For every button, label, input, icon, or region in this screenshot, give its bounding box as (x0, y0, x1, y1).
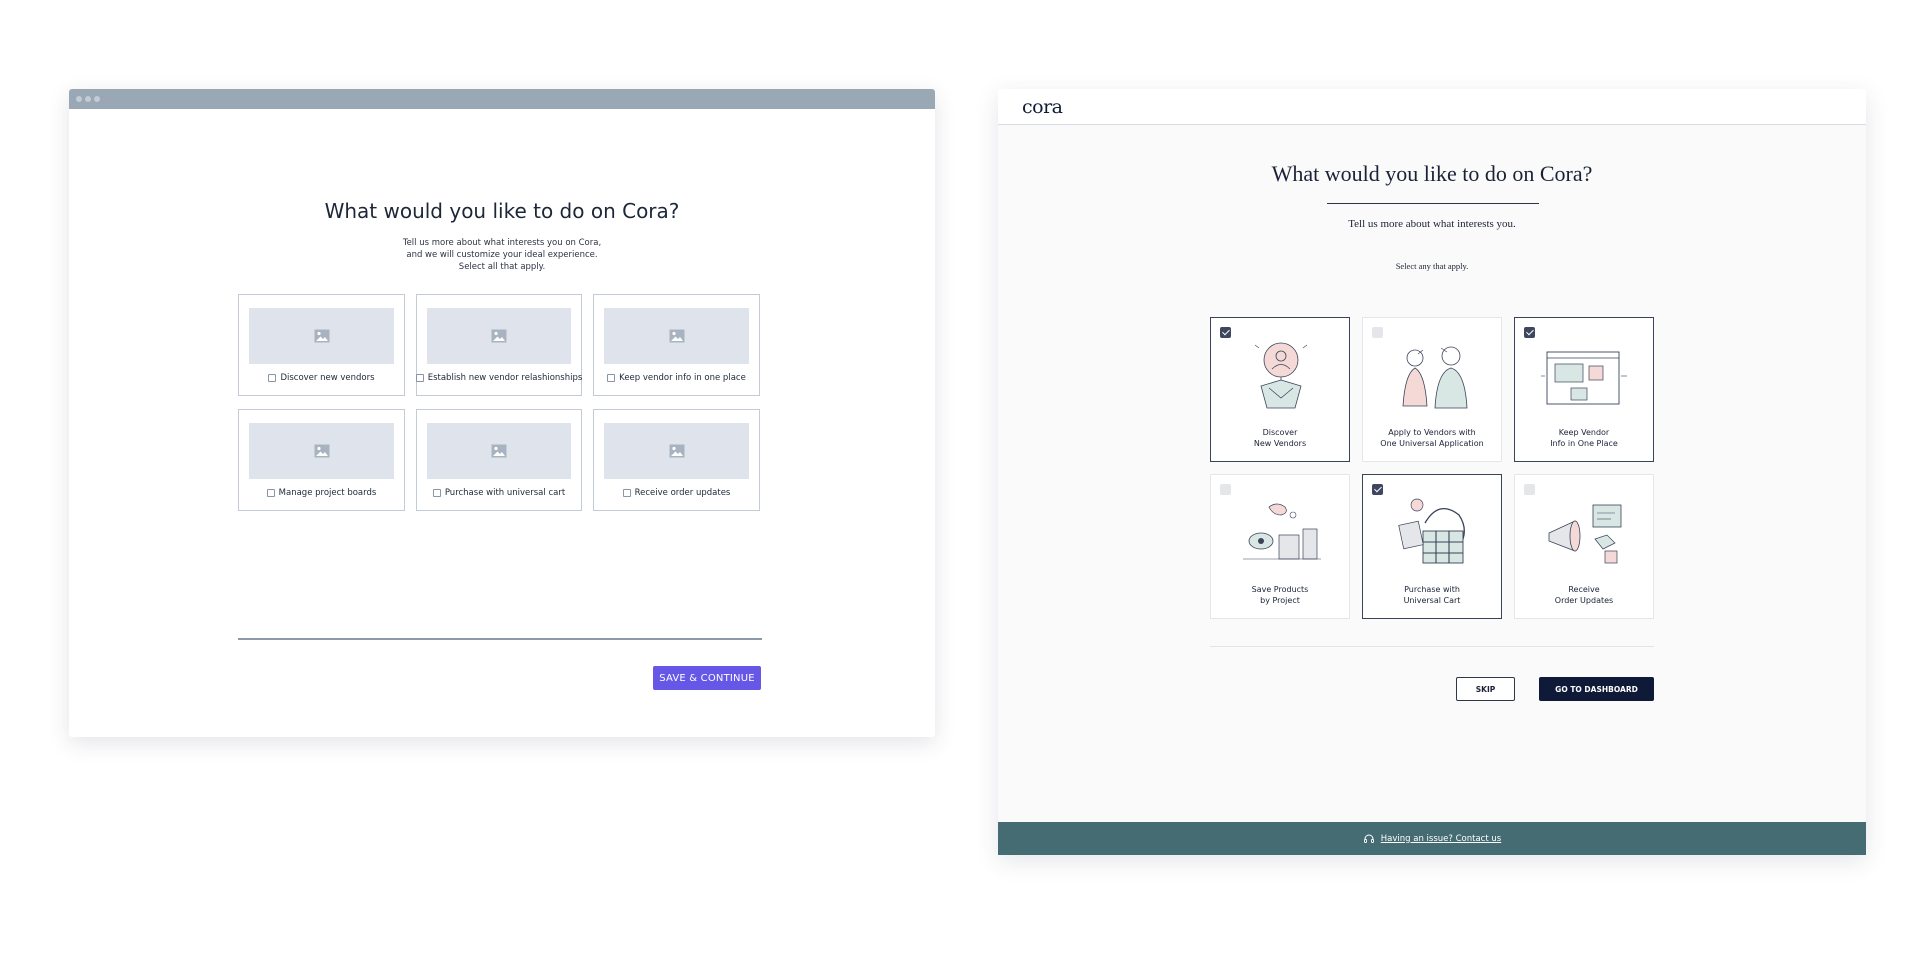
title-divider (1327, 203, 1539, 204)
vendor-discovery-illustration (1254, 342, 1308, 409)
option-label: New Vendors (1253, 439, 1307, 448)
checkbox[interactable] (266, 489, 275, 497)
option-card-universal-cart[interactable]: Purchase with Universal Cart (1362, 474, 1502, 619)
app-header: cora (998, 89, 1866, 125)
image-placeholder (604, 308, 749, 364)
checkbox-checked[interactable] (1524, 327, 1535, 338)
stage: What would you like to do on Cora? Tell … (0, 0, 1920, 958)
option-label: Receive order updates (634, 488, 731, 498)
image-placeholder (249, 308, 394, 364)
help-footer: Having an issue? Contact us (998, 822, 1866, 855)
checkbox-unchecked[interactable] (1372, 327, 1383, 338)
wireframe-window: What would you like to do on Cora? Tell … (69, 89, 935, 737)
image-placeholder (249, 423, 394, 479)
option-label: Establish new vendor relashionships (427, 373, 583, 383)
option-label: Receive (1568, 585, 1600, 594)
divider (238, 638, 762, 640)
image-placeholder-icon (491, 329, 507, 343)
megaphone-illustration (1548, 504, 1622, 564)
go-to-dashboard-button[interactable]: GO TO DASHBOARD (1539, 677, 1654, 701)
option-label: Purchase with (1404, 585, 1460, 594)
option-label: Manage project boards (278, 488, 377, 498)
image-placeholder-icon (314, 329, 329, 343)
checkbox[interactable] (622, 489, 631, 497)
option-label: Discover (1262, 428, 1298, 437)
image-placeholder (427, 308, 571, 364)
option-card-keep-vendor-info[interactable]: Keep Vendor Info in One Place (1514, 317, 1654, 462)
save-continue-button[interactable]: SAVE & CONTINUE (653, 666, 761, 690)
option-label: Discover new vendors (280, 373, 375, 383)
cora-logo[interactable]: cora (1022, 96, 1063, 118)
image-placeholder (604, 423, 749, 479)
option-card-order-updates[interactable]: Receive Order Updates (1514, 474, 1654, 619)
subtitle-line: Tell us more about what interests you on… (402, 238, 602, 248)
checkbox[interactable] (415, 374, 424, 382)
image-placeholder-icon (669, 444, 684, 458)
headset-icon (1363, 834, 1374, 843)
divider (1210, 646, 1654, 647)
option-label: Keep vendor info in one place (619, 373, 746, 383)
option-label: Info in One Place (1550, 439, 1618, 448)
option-label: by Project (1260, 596, 1300, 605)
option-label: Apply to Vendors with (1388, 428, 1476, 437)
checkbox[interactable] (432, 489, 441, 497)
option-card-order-updates[interactable]: Receive order updates (593, 409, 760, 511)
option-label: Save Products (1251, 585, 1309, 594)
page-title: What would you like to do on Cora? (324, 199, 680, 223)
checkbox[interactable] (607, 374, 616, 382)
option-card-establish[interactable]: Establish new vendor relashionships (415, 294, 583, 396)
option-card-discover-vendors[interactable]: Discover New Vendors (1210, 317, 1350, 462)
checkbox-unchecked[interactable] (1524, 484, 1535, 495)
checkbox-unchecked[interactable] (1220, 484, 1231, 495)
page-subtitle: Tell us more about what interests you on… (69, 237, 935, 273)
option-label: One Universal Application (1380, 439, 1484, 448)
subtitle-line: and we will customize your ideal experie… (406, 250, 598, 260)
page-title: What would you like to do on Cora? (1271, 161, 1593, 186)
option-card-universal-cart[interactable]: Purchase with universal cart (416, 409, 582, 511)
image-placeholder-icon (669, 329, 684, 343)
option-card-keep-info[interactable]: Keep vendor info in one place (593, 294, 760, 396)
window-dot-icon (94, 96, 100, 102)
option-label: Keep Vendor (1558, 428, 1610, 437)
option-label: Order Updates (1554, 596, 1614, 605)
shopping-cart-illustration (1398, 498, 1465, 564)
option-card-project-boards[interactable]: Manage project boards (238, 409, 405, 511)
checkbox-checked[interactable] (1372, 484, 1383, 495)
window-dot-icon (76, 96, 82, 102)
option-card-save-products[interactable]: Save Products by Project (1210, 474, 1350, 619)
image-placeholder (427, 423, 571, 479)
option-card-discover[interactable]: Discover new vendors (238, 294, 405, 396)
select-instruction: Select any that apply. (1395, 261, 1469, 271)
contact-us-link[interactable]: Having an issue? Contact us (1381, 834, 1501, 844)
two-people-illustration (1402, 346, 1468, 409)
image-placeholder-icon (491, 444, 507, 458)
checkbox[interactable] (268, 374, 277, 382)
window-dot-icon (85, 96, 91, 102)
options-grid: Discover New Vendors Apply to Vendors wit… (1210, 317, 1654, 619)
option-label: Purchase with universal cart (444, 488, 566, 498)
window-titlebar (69, 89, 935, 109)
browser-window-illustration (1541, 351, 1627, 405)
products-board-illustration (1243, 503, 1321, 560)
page-subtitle: Tell us more about what interests you. (1348, 218, 1516, 230)
option-label: Universal Cart (1403, 596, 1461, 605)
option-card-universal-application[interactable]: Apply to Vendors with One Universal Appli… (1362, 317, 1502, 462)
app-window: cora What would you like to do on Cora? … (998, 89, 1866, 855)
subtitle-line: Select all that apply. (458, 262, 546, 272)
checkbox-checked[interactable] (1220, 327, 1231, 338)
wireframe-options-grid: Discover new vendors Establish new vendo… (238, 294, 762, 511)
image-placeholder-icon (314, 444, 329, 458)
skip-button[interactable]: SKIP (1456, 677, 1515, 701)
